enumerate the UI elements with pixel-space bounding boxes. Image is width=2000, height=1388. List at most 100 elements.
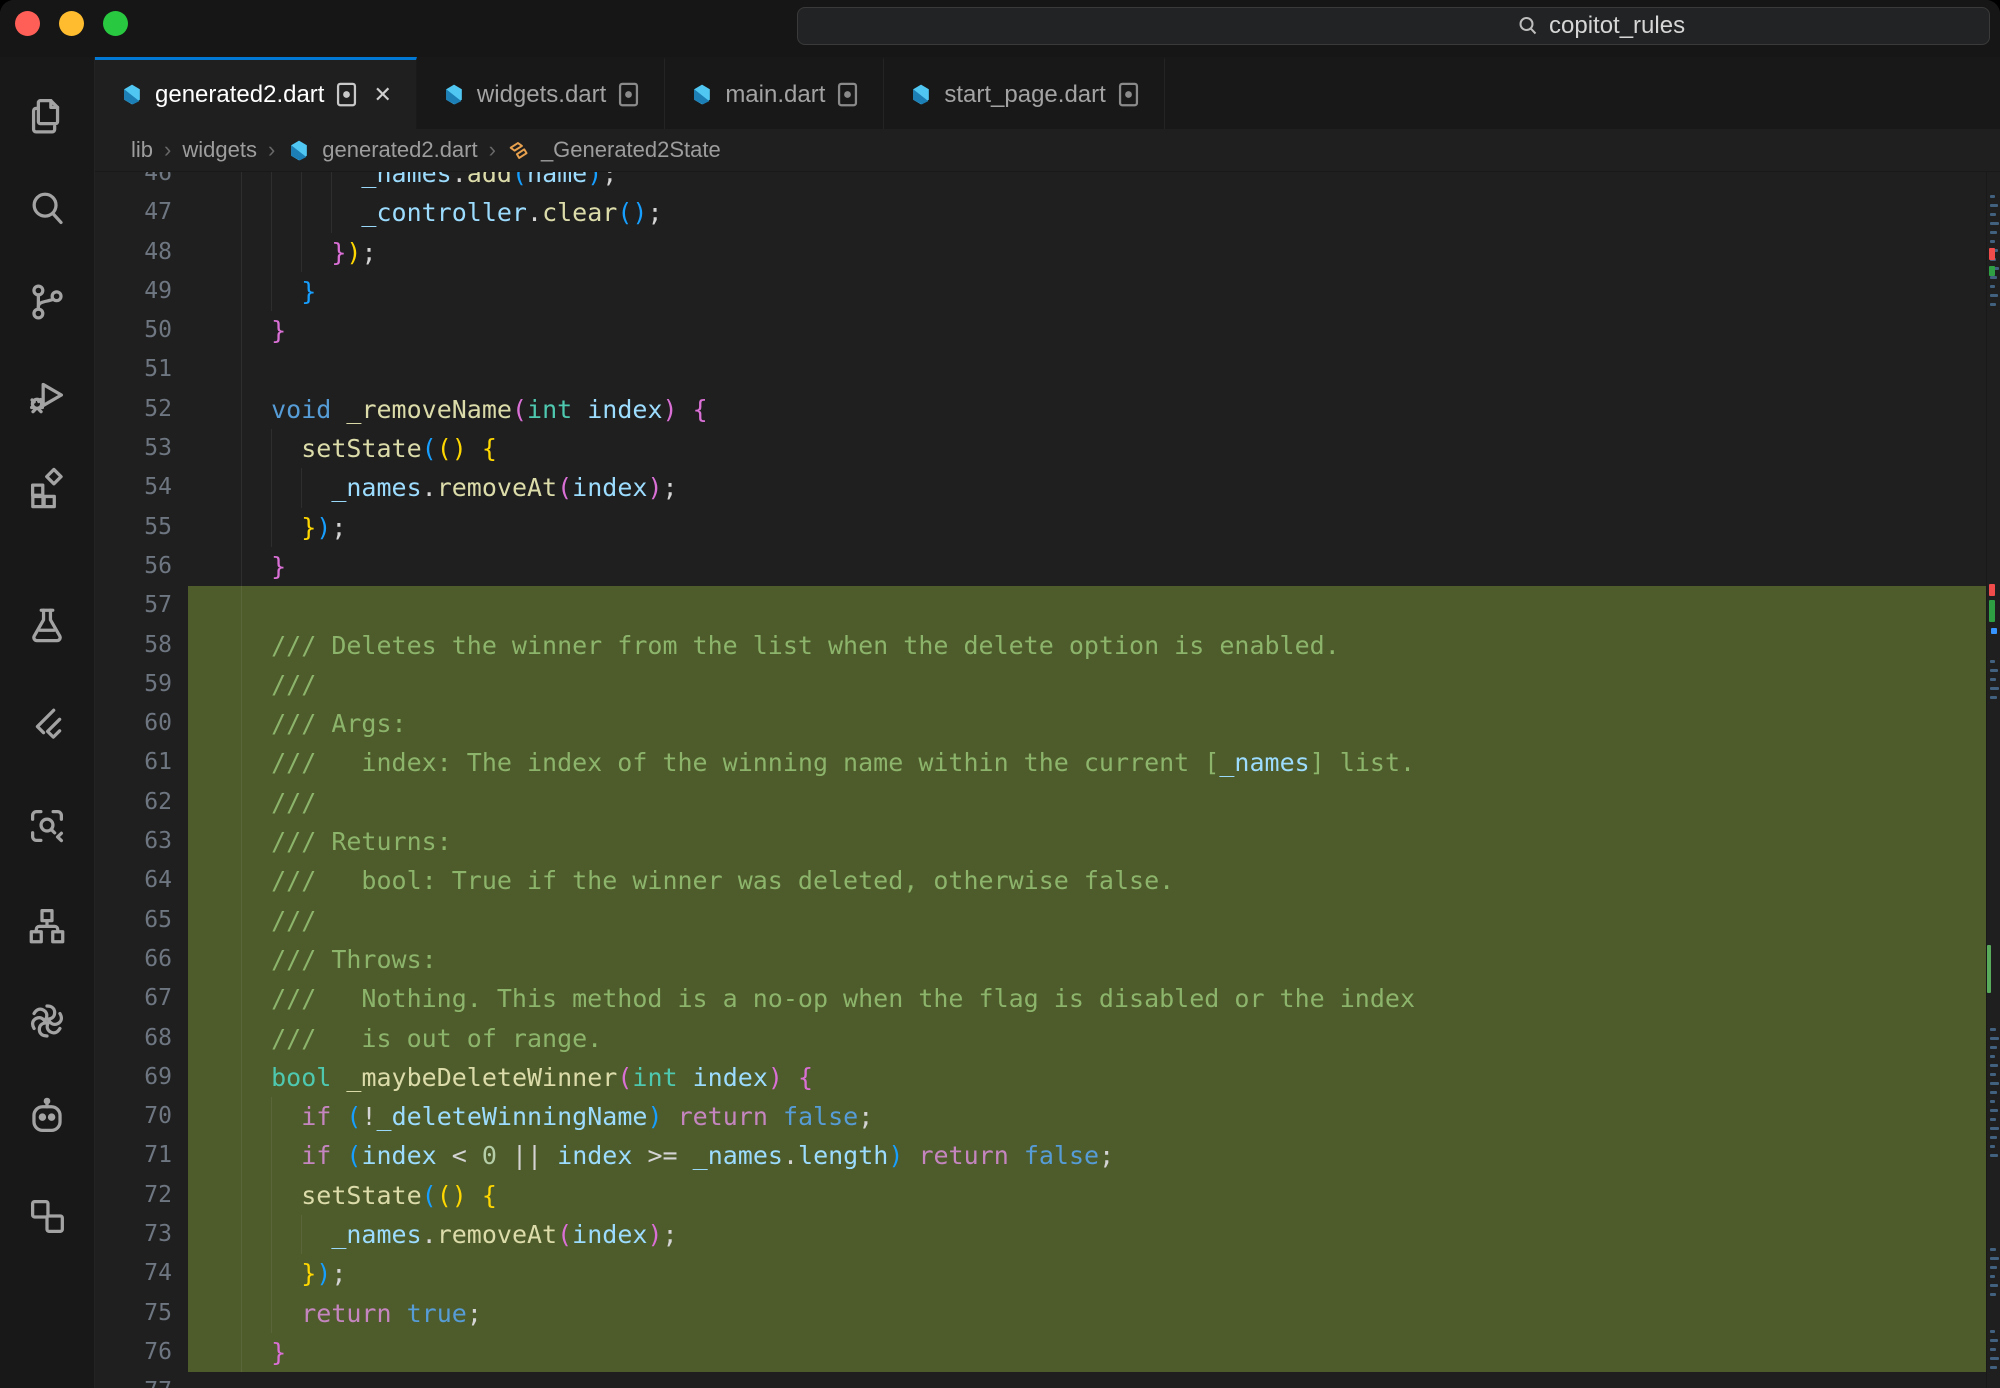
- code-line[interactable]: 52 void _removeName(int index) {: [95, 390, 1986, 429]
- code-line[interactable]: 58 /// Deletes the winner from the list …: [95, 626, 1986, 665]
- code-line[interactable]: 48 });: [95, 233, 1986, 272]
- code-line[interactable]: 70 if (!_deleteWinningName) return false…: [95, 1097, 1986, 1136]
- indent-guide: [241, 547, 242, 586]
- line-number: 55: [95, 508, 188, 547]
- code-line[interactable]: 63 /// Returns:: [95, 822, 1986, 861]
- code-line-text: });: [188, 508, 1986, 547]
- indent-guide: [241, 350, 242, 389]
- code-line[interactable]: 49 }: [95, 272, 1986, 311]
- search-query-text: copitot_rules: [1549, 12, 1685, 40]
- tab-main-dart[interactable]: main.dart: [665, 57, 884, 129]
- tab-bar: generated2.dart✕ widgets.dart main.dart sta…: [95, 57, 2000, 129]
- minimap-text-mark: [1990, 1257, 1999, 1260]
- search-icon: [1516, 14, 1540, 38]
- code-line[interactable]: 69 bool _maybeDeleteWinner(int index) {: [95, 1058, 1986, 1097]
- code-line[interactable]: 65 ///: [95, 901, 1986, 940]
- breadcrumb-item-_Generated2State[interactable]: _Generated2State: [541, 137, 721, 163]
- dart-icon: [119, 82, 144, 107]
- code-line[interactable]: 74 });: [95, 1254, 1986, 1293]
- code-line[interactable]: 47 _controller.clear();: [95, 193, 1986, 232]
- command-center-search[interactable]: copitot_rules: [797, 7, 1990, 45]
- tab-start_page-dart[interactable]: start_page.dart: [884, 57, 1164, 129]
- tab-widgets-dart[interactable]: widgets.dart: [417, 57, 665, 129]
- code-line[interactable]: 73 _names.removeAt(index);: [95, 1215, 1986, 1254]
- breadcrumb-item-widgets[interactable]: widgets: [182, 137, 257, 163]
- code-line-text: /// Throws:: [188, 940, 1986, 979]
- indent-guide: [271, 429, 272, 468]
- code-line[interactable]: 68 /// is out of range.: [95, 1019, 1986, 1058]
- code-line[interactable]: 51: [95, 350, 1986, 389]
- testing-icon[interactable]: [24, 603, 70, 649]
- code-line[interactable]: 56 }: [95, 547, 1986, 586]
- breadcrumb-item-lib[interactable]: lib: [131, 137, 153, 163]
- openai-icon[interactable]: [24, 998, 70, 1044]
- minimap[interactable]: [1986, 172, 2000, 1388]
- code-line[interactable]: 59 ///: [95, 665, 1986, 704]
- code-line[interactable]: 57: [95, 586, 1986, 625]
- code-line[interactable]: 61 /// index: The index of the winning n…: [95, 743, 1986, 782]
- code-line[interactable]: 60 /// Args:: [95, 704, 1986, 743]
- indent-guide: [301, 172, 302, 193]
- minimap-text-mark: [1990, 1118, 1996, 1121]
- line-number: 47: [95, 193, 188, 232]
- code-line[interactable]: 66 /// Throws:: [95, 940, 1986, 979]
- code-line[interactable]: 72 setState(() {: [95, 1176, 1986, 1215]
- minimap-text-mark: [1990, 1248, 1996, 1251]
- line-number: 59: [95, 665, 188, 704]
- pinned-tab-icon[interactable]: [335, 81, 358, 108]
- code-line-text: return true;: [188, 1294, 1986, 1333]
- tab-generated2-dart[interactable]: generated2.dart✕: [95, 57, 417, 129]
- indent-guide: [241, 429, 242, 468]
- pinned-tab-icon[interactable]: [1117, 81, 1140, 108]
- line-number: 60: [95, 704, 188, 743]
- robot-icon[interactable]: [24, 1093, 70, 1139]
- indent-guide: [241, 193, 242, 232]
- code-line[interactable]: 62 ///: [95, 783, 1986, 822]
- run-debug-icon[interactable]: [24, 372, 70, 418]
- code-line[interactable]: 76 }: [95, 1333, 1986, 1372]
- extensions-icon[interactable]: [24, 465, 70, 511]
- minimap-diff-mark: [1989, 584, 1995, 596]
- line-number: 53: [95, 429, 188, 468]
- pinned-tab-icon[interactable]: [836, 81, 859, 108]
- breadcrumb-item-generated2-dart[interactable]: generated2.dart: [322, 137, 477, 163]
- vscode-window: ← → copitot_rules generated2.dart✕widget…: [0, 0, 2000, 1388]
- code-line-text: /// is out of range.: [188, 1019, 1986, 1058]
- tab-label: widgets.dart: [477, 81, 606, 109]
- code-line[interactable]: 64 /// bool: True if the winner was dele…: [95, 861, 1986, 900]
- tab-label: start_page.dart: [944, 81, 1105, 109]
- minimap-text-mark: [1990, 1127, 1999, 1130]
- code-line[interactable]: 50 }: [95, 311, 1986, 350]
- explorer-icon[interactable]: [24, 93, 70, 139]
- code-line[interactable]: 46 _names.add(name);: [95, 172, 1986, 193]
- indent-guide: [241, 1058, 242, 1097]
- search-icon[interactable]: [24, 186, 70, 232]
- line-number: 61: [95, 743, 188, 782]
- close-tab-icon[interactable]: ✕: [373, 82, 391, 108]
- maximize-window-button[interactable]: [103, 11, 128, 36]
- close-window-button[interactable]: [15, 11, 40, 36]
- linked-squares-icon[interactable]: [24, 1193, 70, 1239]
- pinned-tab-icon[interactable]: [617, 81, 640, 108]
- code-editor[interactable]: 46 _names.add(name);47 _controller.clear…: [95, 172, 2000, 1388]
- code-line[interactable]: 53 setState(() {: [95, 429, 1986, 468]
- minimap-text-mark: [1990, 669, 1998, 672]
- minimap-text-mark: [1990, 1348, 1996, 1351]
- flutter-icon[interactable]: [24, 703, 70, 749]
- source-control-icon[interactable]: [24, 279, 70, 325]
- code-line[interactable]: 77: [95, 1372, 1986, 1388]
- indent-guide: [301, 233, 302, 272]
- minimize-window-button[interactable]: [59, 11, 84, 36]
- code-line[interactable]: 75 return true;: [95, 1294, 1986, 1333]
- line-number: 66: [95, 940, 188, 979]
- indent-guide: [241, 861, 242, 900]
- screenshot-search-icon[interactable]: [24, 803, 70, 849]
- code-line-text: if (index < 0 || index >= _names.length)…: [188, 1136, 1986, 1175]
- code-line[interactable]: 67 /// Nothing. This method is a no-op w…: [95, 979, 1986, 1018]
- line-number: 65: [95, 901, 188, 940]
- indent-guide: [241, 1254, 242, 1293]
- code-line[interactable]: 54 _names.removeAt(index);: [95, 468, 1986, 507]
- hierarchy-icon[interactable]: [24, 903, 70, 949]
- code-line[interactable]: 71 if (index < 0 || index >= _names.leng…: [95, 1136, 1986, 1175]
- code-line[interactable]: 55 });: [95, 508, 1986, 547]
